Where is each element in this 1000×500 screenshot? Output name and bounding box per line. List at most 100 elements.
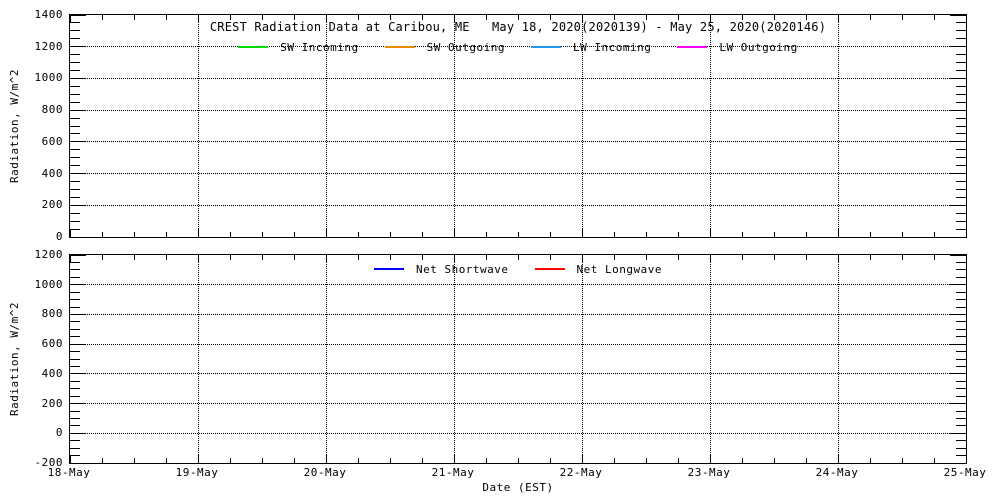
y-tick-right	[950, 373, 966, 374]
legend-item-sw-outgoing: SW Outgoing	[385, 41, 505, 54]
x-tick-top	[614, 255, 615, 260]
x-tick-top	[678, 255, 679, 260]
x-tick-top	[70, 15, 71, 23]
x-tick-top	[582, 15, 583, 23]
x-tick-top	[326, 15, 327, 23]
y-tick-right	[956, 54, 966, 55]
y-tick-left	[70, 307, 80, 308]
y-tick-left	[70, 229, 80, 230]
y-tick-left	[70, 165, 80, 166]
x-tick-top	[102, 15, 103, 20]
y-tick-right	[956, 455, 966, 456]
y-tick-right	[956, 118, 966, 119]
x-tick-bottom	[326, 229, 327, 237]
y-tick-label: 1000	[23, 278, 63, 291]
x-tick-bottom	[678, 232, 679, 237]
x-tick-top	[422, 15, 423, 20]
y-tick-right	[956, 189, 966, 190]
y-tick-left	[70, 255, 86, 256]
y-tick-left	[70, 149, 80, 150]
y-tick-left	[70, 418, 80, 419]
x-tick-top	[230, 15, 231, 20]
x-gridline	[582, 255, 583, 463]
y-tick-label: 200	[23, 397, 63, 410]
x-tick-top	[614, 15, 615, 20]
x-tick-top	[134, 255, 135, 260]
y-tick-label: 1200	[23, 40, 63, 53]
x-tick-top	[934, 255, 935, 260]
x-tick-bottom	[390, 232, 391, 237]
y-tick-left	[70, 359, 80, 360]
x-tick-bottom	[582, 229, 583, 237]
x-tick-label: 22-May	[548, 466, 614, 479]
y-tick-left	[70, 425, 80, 426]
y-tick-right	[950, 433, 966, 434]
x-tick-bottom	[774, 232, 775, 237]
y-tick-left	[70, 157, 80, 158]
y-tick-left	[70, 381, 80, 382]
y-tick-right	[950, 463, 966, 464]
y-tick-right	[956, 221, 966, 222]
x-gridline	[326, 255, 327, 463]
y-tick-right	[956, 425, 966, 426]
x-tick-bottom	[198, 455, 199, 463]
y-tick-left	[70, 54, 80, 55]
x-tick-top	[358, 255, 359, 260]
x-tick-top	[646, 255, 647, 260]
y-tick-right	[956, 321, 966, 322]
y-gridline	[70, 110, 966, 111]
legend-item-net-shortwave: Net Shortwave	[374, 263, 509, 276]
x-tick-bottom	[550, 232, 551, 237]
x-tick-bottom	[294, 232, 295, 237]
x-tick-bottom	[966, 229, 967, 237]
x-tick-bottom	[294, 458, 295, 463]
y-tick-right	[956, 213, 966, 214]
y-tick-left	[70, 213, 80, 214]
x-tick-top	[646, 15, 647, 20]
x-tick-bottom	[710, 229, 711, 237]
x-tick-top	[134, 15, 135, 20]
y-tick-label: 800	[23, 103, 63, 116]
x-gridline	[198, 255, 199, 463]
y-tick-left	[70, 448, 80, 449]
x-tick-bottom	[390, 458, 391, 463]
x-tick-top	[710, 15, 711, 23]
y-gridline	[70, 373, 966, 374]
y-tick-right	[956, 165, 966, 166]
y-tick-left	[70, 197, 80, 198]
y-tick-left	[70, 336, 80, 337]
y-tick-left	[70, 403, 86, 404]
x-tick-bottom	[486, 232, 487, 237]
x-tick-bottom	[870, 458, 871, 463]
y-tick-right	[956, 366, 966, 367]
x-tick-bottom	[358, 232, 359, 237]
y-tick-right	[950, 237, 966, 238]
legend-label-net-longwave: Net Longwave	[577, 263, 662, 276]
y-tick-right	[956, 86, 966, 87]
y-gridline	[70, 284, 966, 285]
x-tick-bottom	[518, 458, 519, 463]
y-tick-left	[70, 15, 86, 16]
y-tick-left	[70, 181, 80, 182]
y-tick-label: 600	[23, 337, 63, 350]
x-tick-top	[454, 15, 455, 23]
x-tick-bottom	[678, 458, 679, 463]
x-tick-bottom	[102, 232, 103, 237]
y-tick-right	[956, 229, 966, 230]
legend-item-sw-incoming: SW Incoming	[238, 41, 358, 54]
y-tick-label: 1400	[23, 8, 63, 21]
top-radiation-panel: SW IncomingSW OutgoingLW IncomingLW Outg…	[69, 14, 967, 238]
y-tick-left	[70, 388, 80, 389]
y-tick-right	[956, 351, 966, 352]
legend-label-net-shortwave: Net Shortwave	[416, 263, 509, 276]
x-tick-top	[294, 255, 295, 260]
legend: Net Shortwave Net Longwave	[70, 262, 966, 276]
y-tick-right	[956, 62, 966, 63]
x-tick-top	[678, 15, 679, 20]
y-gridline	[70, 403, 966, 404]
y-tick-left	[70, 463, 86, 464]
y-tick-right	[950, 403, 966, 404]
x-tick-bottom	[838, 455, 839, 463]
x-tick-top	[390, 15, 391, 20]
y-tick-right	[950, 344, 966, 345]
